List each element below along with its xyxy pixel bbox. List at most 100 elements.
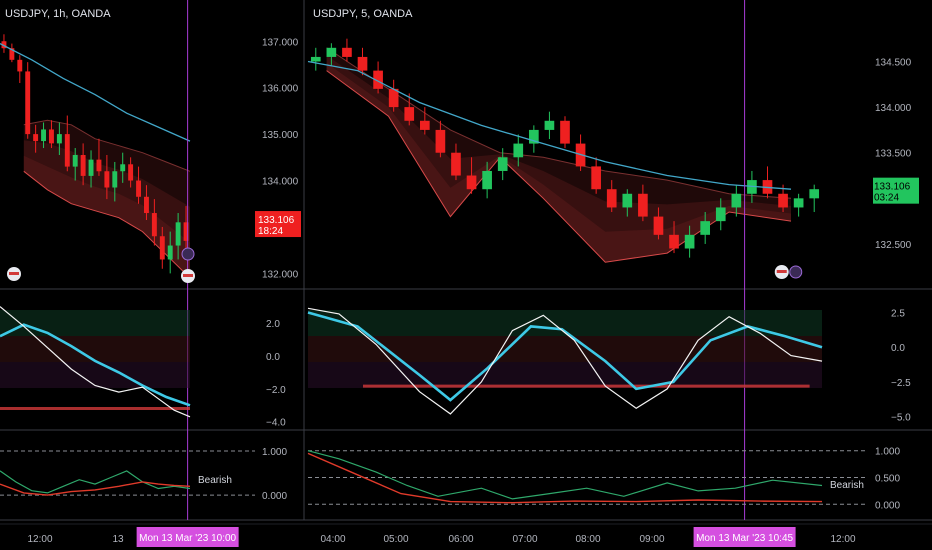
candle-body (56, 134, 62, 144)
candle-body (41, 129, 46, 142)
last-price-timer: 03:24 (874, 193, 899, 204)
osc-tick-label: −5.0 (891, 413, 911, 424)
lower-tick-label: 0.500 (875, 474, 900, 485)
osc-tick-label: −2.5 (891, 378, 911, 389)
candle-body (80, 155, 86, 176)
osc-tick-label: 0.0 (266, 352, 280, 363)
candle-body (128, 164, 134, 181)
price-tick-label: 137.000 (262, 37, 299, 48)
candle-body (793, 198, 804, 208)
candle-body (684, 234, 695, 249)
candle-body (653, 216, 664, 235)
lower-tick-label: 1.000 (262, 447, 287, 458)
chart-title: USDJPY, 1h, OANDA (5, 8, 111, 20)
candle-body (342, 47, 352, 57)
osc-zone (308, 362, 822, 375)
time-tick-label: 09:00 (639, 534, 664, 545)
band-fill (326, 55, 791, 263)
price-tick-label: 133.500 (875, 149, 912, 160)
candle-body (120, 164, 126, 172)
candle-body (175, 222, 181, 246)
us-flag-stripe (183, 274, 193, 277)
osc-zone (308, 349, 822, 362)
candle-body (638, 193, 648, 217)
time-tick-label: 06:00 (448, 534, 473, 545)
osc-tick-label: 0.0 (891, 343, 905, 354)
osc-tick-label: 2.5 (891, 309, 905, 320)
candle-body (64, 134, 70, 167)
candle-body (151, 213, 157, 237)
candle-body (731, 193, 742, 208)
candle-body (72, 155, 78, 167)
lower-tick-label: 0.000 (262, 491, 287, 502)
candle-body (700, 221, 711, 235)
candle-body (96, 159, 102, 172)
time-tick-label: 04:00 (320, 534, 345, 545)
time-tick-label: 05:00 (383, 534, 408, 545)
us-flag-stripe (776, 270, 787, 273)
price-tick-label: 136.000 (262, 84, 299, 95)
candle-body (497, 157, 508, 171)
candle-body (466, 175, 477, 190)
price-tick-label: 132.500 (875, 240, 912, 251)
candle-body (809, 189, 820, 199)
us-flag-stripe (9, 272, 19, 275)
price-tick-label: 134.500 (875, 57, 912, 68)
last-price-value: 133.106 (258, 215, 295, 226)
candle-body (167, 245, 173, 260)
candle-body (435, 129, 446, 153)
lightning-event-icon[interactable] (789, 265, 803, 279)
lower-tick-label: 1.000 (875, 447, 900, 458)
candle-body (136, 180, 141, 197)
candle-body (591, 166, 601, 190)
chart-canvas[interactable]: USDJPY, 1h, OANDA 137.000 136.000 135.000 13… (0, 0, 932, 550)
band-fill (326, 47, 791, 263)
crosshair-time-label: Mon 13 Mar '23 10:45 (696, 533, 793, 544)
time-tick-label: 12:00 (830, 534, 855, 545)
candle-body (49, 129, 54, 144)
candle-body (357, 56, 368, 71)
candle-body (88, 159, 94, 176)
osc-zone (0, 362, 190, 375)
candle-body (104, 171, 110, 188)
price-tick-label: 135.000 (262, 130, 299, 141)
price-tick-label: 132.000 (262, 269, 299, 280)
candle-body (33, 134, 39, 142)
osc-tick-label: −2.0 (266, 385, 286, 396)
lower-tick-label: 0.000 (875, 500, 900, 511)
candle-body (669, 234, 679, 249)
candle-body (112, 171, 118, 188)
time-tick-label: 08:00 (575, 534, 600, 545)
price-tick-label: 134.000 (875, 103, 912, 114)
candle-body (144, 196, 149, 214)
osc-zone (0, 336, 190, 349)
osc-zone (0, 323, 190, 336)
chart-title: USDJPY, 5, OANDA (313, 8, 413, 20)
candle-body (326, 47, 337, 57)
candle-body (560, 120, 570, 144)
time-tick-label: 12:00 (27, 534, 52, 545)
lightning-event-icon[interactable] (181, 247, 195, 261)
candle-body (419, 120, 430, 130)
crosshair-time-label: Mon 13 Mar '23 10:00 (139, 533, 236, 544)
bearish-label: Bearish (830, 480, 864, 491)
candle-body (622, 193, 633, 208)
candle-body (159, 236, 165, 260)
candle-body (606, 189, 617, 208)
osc-zone (308, 310, 822, 323)
candle-body (513, 143, 524, 158)
osc-tick-label: −4.0 (266, 418, 286, 429)
candle-body (17, 59, 23, 72)
trading-chart-screen: USDJPY, 1h, OANDA 137.000 136.000 135.000 13… (0, 0, 932, 550)
candle-body (25, 71, 31, 135)
candle-body (404, 107, 415, 121)
price-tick-label: 134.000 (262, 177, 299, 188)
candle-body (778, 193, 788, 208)
bearish-label: Bearish (198, 475, 232, 486)
candle-body (310, 56, 321, 62)
osc-zone (0, 310, 190, 323)
candle-body (451, 152, 461, 176)
candle-body (715, 207, 726, 222)
time-tick-label: 07:00 (512, 534, 537, 545)
osc-tick-label: 2.0 (266, 319, 280, 330)
